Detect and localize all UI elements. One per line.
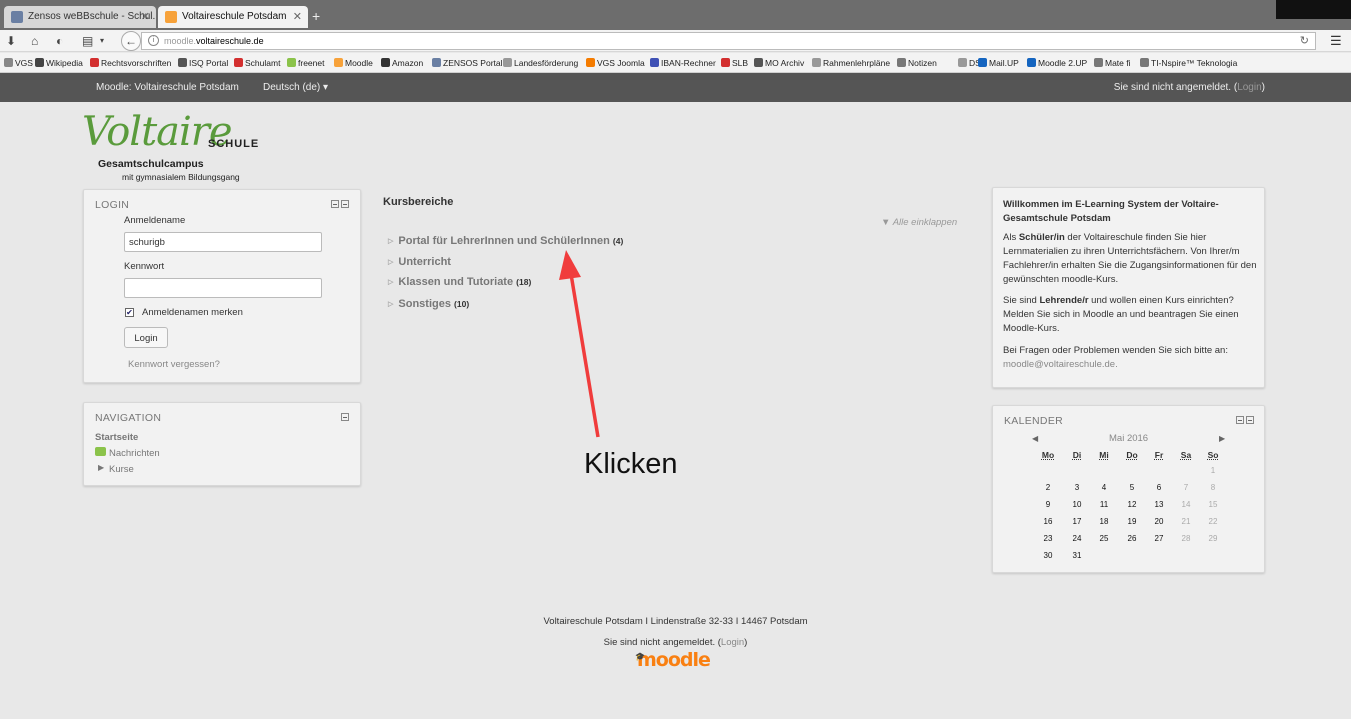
calendar-day[interactable]: 19	[1122, 517, 1142, 526]
calendar-weekday: Di	[1072, 450, 1082, 460]
calendar-day[interactable]: 2	[1038, 483, 1058, 492]
calendar-day[interactable]: 8	[1203, 483, 1223, 492]
arrow-shaft	[569, 273, 600, 438]
calendar-day[interactable]: 1	[1203, 466, 1223, 475]
moodle-logo-text: moodle	[637, 649, 711, 671]
arrow-head	[559, 250, 581, 280]
calendar-weekday: Mo	[1041, 450, 1055, 460]
calendar-day[interactable]: 5	[1122, 483, 1142, 492]
moodle-logo[interactable]: 🎓 moodle	[635, 649, 717, 671]
calendar-day[interactable]: 22	[1203, 517, 1223, 526]
calendar-weekday: Fr	[1154, 450, 1164, 460]
welcome-title: Willkommen im E-Learning System der Volt…	[1003, 199, 1219, 224]
calendar-day[interactable]: 24	[1067, 534, 1087, 543]
calendar-block: KALENDER ◀ Mai 2016 ▶ Mo Di Mi Do Fr Sa So 1 2 3 4…	[992, 405, 1265, 573]
calendar-weekday: Do	[1126, 450, 1138, 460]
footer-login-link[interactable]: Login	[721, 637, 744, 648]
calendar-day[interactable]: 27	[1149, 534, 1169, 543]
calendar-weekday: Mi	[1099, 450, 1109, 460]
calendar-day[interactable]: 26	[1122, 534, 1142, 543]
text-part: Als	[1003, 232, 1019, 243]
welcome-block: Willkommen im E-Learning System der Volt…	[992, 187, 1265, 388]
calendar-day[interactable]: 11	[1094, 500, 1114, 509]
dock-icon[interactable]	[1246, 416, 1254, 424]
calendar-day[interactable]: 3	[1067, 483, 1087, 492]
footer-login-status: Sie sind nicht angemeldet. (Login)	[0, 637, 1351, 648]
text-bold: Lehrende/r	[1039, 295, 1089, 306]
calendar-day[interactable]: 31	[1067, 551, 1087, 560]
calendar-day[interactable]: 14	[1176, 500, 1196, 509]
contact-email-link[interactable]: moodle@voltaireschule.de.	[1003, 358, 1258, 372]
calendar-day[interactable]: 20	[1149, 517, 1169, 526]
previous-month-icon[interactable]: ◀	[1032, 434, 1038, 443]
calendar-weekday: So	[1207, 450, 1219, 460]
calendar-day[interactable]: 10	[1067, 500, 1087, 509]
calendar-day[interactable]: 17	[1067, 517, 1087, 526]
calendar-day[interactable]: 13	[1149, 500, 1169, 509]
calendar-day[interactable]: 18	[1094, 517, 1114, 526]
welcome-student-text: Als Schüler/in der Voltaireschule finden…	[1003, 231, 1258, 287]
footer-address: Voltaireschule Potsdam I Lindenstraße 32…	[543, 616, 808, 627]
calendar-day[interactable]: 30	[1038, 551, 1058, 560]
footer-status-text: Sie sind nicht angemeldet. (	[603, 637, 721, 648]
calendar-day[interactable]: 29	[1203, 534, 1223, 543]
calendar-day[interactable]: 16	[1038, 517, 1058, 526]
calendar-month[interactable]: Mai 2016	[1109, 433, 1148, 444]
next-month-icon[interactable]: ▶	[1219, 434, 1225, 443]
calendar-day[interactable]: 15	[1203, 500, 1223, 509]
calendar-day[interactable]: 4	[1094, 483, 1114, 492]
calendar-day[interactable]: 23	[1038, 534, 1058, 543]
minimize-icon[interactable]	[1236, 416, 1244, 424]
graduation-cap-icon: 🎓	[635, 652, 645, 661]
text-bold: Schüler/in	[1018, 232, 1065, 243]
calendar-day[interactable]: 7	[1176, 483, 1196, 492]
calendar-day[interactable]: 6	[1149, 483, 1169, 492]
calendar-day[interactable]: 9	[1038, 500, 1058, 509]
calendar-day[interactable]: 28	[1176, 534, 1196, 543]
calendar-day[interactable]: 21	[1176, 517, 1196, 526]
annotation-text: Klicken	[584, 448, 678, 480]
calendar-day[interactable]: 25	[1094, 534, 1114, 543]
footer-status-end: )	[744, 637, 748, 648]
text-part: Sie sind	[1003, 295, 1040, 306]
calendar-day[interactable]: 12	[1122, 500, 1142, 509]
calendar-block-title: KALENDER	[1004, 415, 1064, 427]
calendar-weekday: Sa	[1180, 450, 1192, 460]
welcome-teacher-text: Sie sind Lehrende/r und wollen einen Kur…	[1003, 294, 1258, 336]
welcome-contact-text: Bei Fragen oder Problemen wenden Sie sic…	[1003, 345, 1228, 356]
